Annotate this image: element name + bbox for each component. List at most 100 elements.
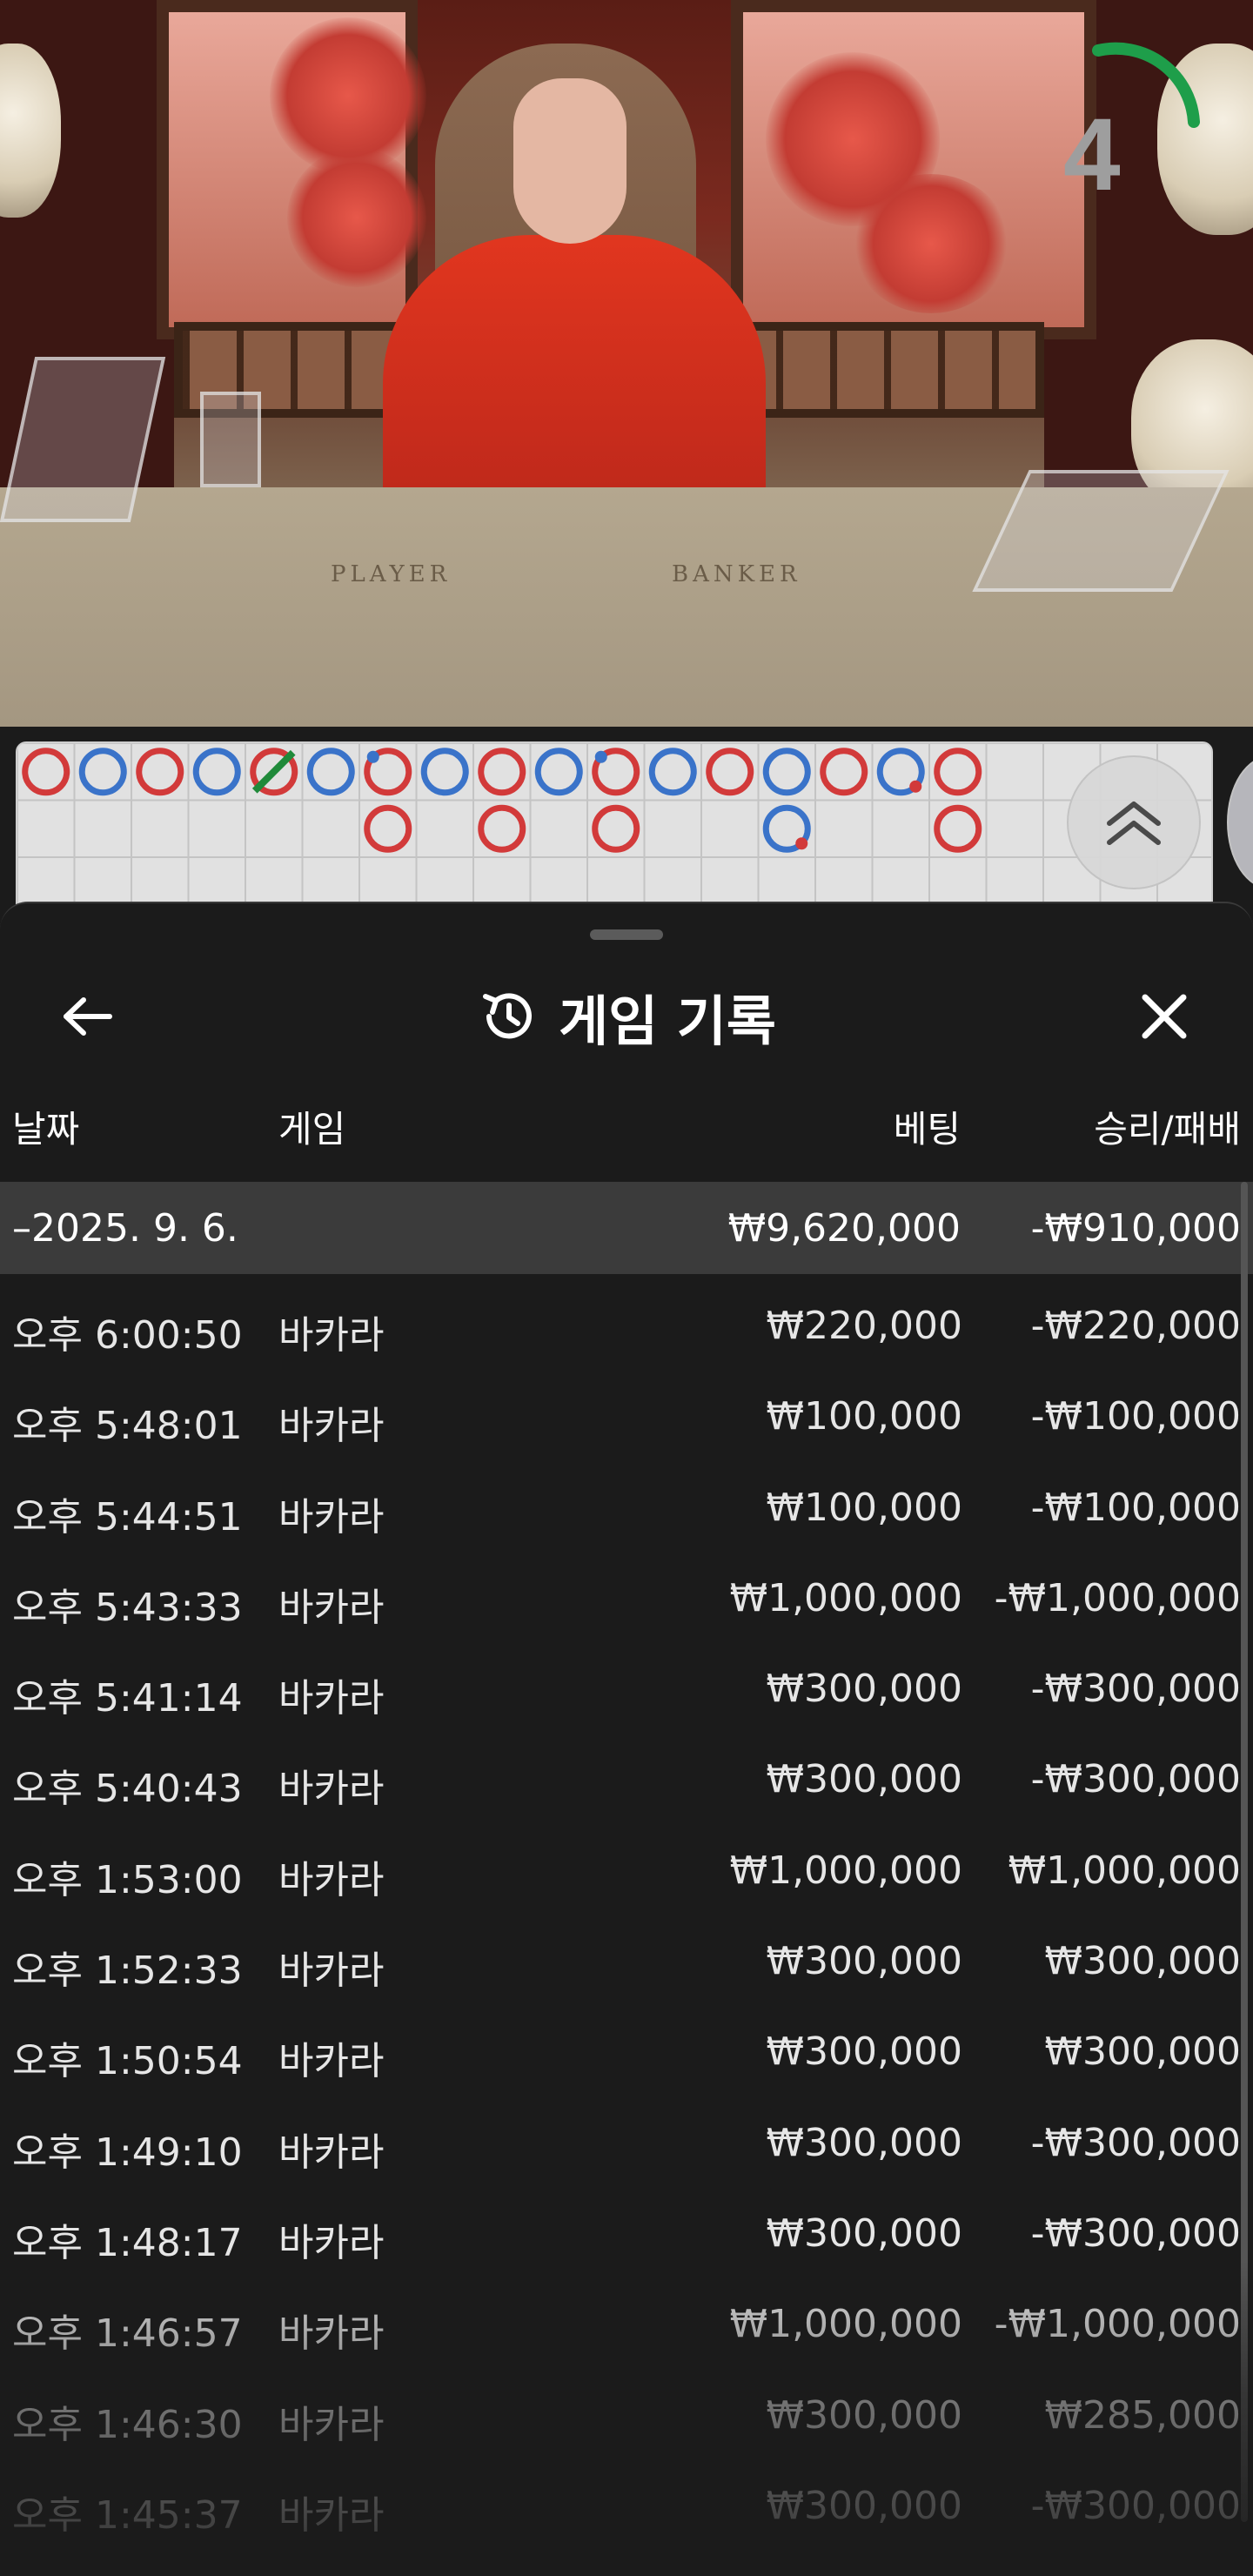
row-bet: ₩300,000 — [766, 2029, 962, 2075]
row-time: 오후 5:44:51 — [12, 1494, 243, 1540]
sheet-drag-handle[interactable] — [590, 929, 663, 940]
row-bet: ₩1,000,000 — [729, 1575, 962, 1620]
player-pair-dot — [594, 750, 607, 763]
history-row[interactable]: 오후 1:52:33 바카라 ₩300,000 ₩300,000 — [0, 1913, 1253, 2003]
row-game: 바카라 — [278, 2492, 385, 2538]
group-result-total: -₩910,000 — [1030, 1206, 1241, 1251]
history-row[interactable]: 오후 1:50:54 바카라 ₩300,000 ₩300,000 — [0, 2003, 1253, 2094]
roadmap-grid — [17, 743, 1211, 914]
row-time: 오후 1:45:37 — [12, 2492, 243, 2538]
banker-win-marker — [820, 748, 868, 796]
row-result: -₩100,000 — [1030, 1394, 1241, 1439]
row-game: 바카라 — [278, 1313, 385, 1358]
sheet-header: 게임 기록 — [0, 964, 1253, 1069]
row-game: 바카라 — [278, 1404, 385, 1449]
banker-pair-dot — [909, 780, 922, 793]
row-result: ₩300,000 — [1044, 2029, 1241, 2075]
row-result: -₩300,000 — [1030, 1757, 1241, 1802]
group-bet-total: ₩9,620,000 — [727, 1206, 961, 1251]
history-row[interactable]: 오후 1:49:10 바카라 ₩300,000 -₩300,000 — [0, 2095, 1253, 2185]
banker-win-marker — [934, 748, 982, 796]
player-win-marker — [78, 748, 127, 796]
history-row[interactable]: 오후 5:41:14 바카라 ₩300,000 -₩300,000 — [0, 1640, 1253, 1731]
column-header-game: 게임 — [278, 1108, 346, 1150]
history-row[interactable]: 오후 5:40:43 바카라 ₩300,000 -₩300,000 — [0, 1731, 1253, 1821]
expand-roadmap-button[interactable] — [1067, 755, 1201, 889]
group-date: –2025. 9. 6. — [12, 1206, 238, 1251]
history-row[interactable]: 오후 6:00:50 바카라 ₩220,000 -₩220,000 — [0, 1278, 1253, 1368]
row-time: 오후 5:43:33 — [12, 1585, 243, 1630]
blossom-decor — [287, 148, 426, 287]
history-rows: 오후 6:00:50 바카라 ₩220,000 -₩220,000 오후 5:48:01… — [0, 1278, 1253, 2548]
row-time: 오후 5:40:43 — [12, 1767, 243, 1812]
row-time: 오후 1:53:00 — [12, 1857, 243, 1902]
row-time: 오후 5:48:01 — [12, 1404, 243, 1449]
sheet-title: 게임 기록 — [559, 989, 776, 1053]
history-column-headers: 날짜 게임 베팅 승리/패배 — [0, 1100, 1253, 1170]
row-game: 바카라 — [278, 1767, 385, 1812]
banker-win-marker — [478, 748, 526, 796]
history-row[interactable]: 오후 1:46:57 바카라 ₩1,000,000 -₩1,000,000 — [0, 2276, 1253, 2366]
banker-win-marker — [478, 804, 526, 853]
history-scrollbar[interactable] — [1241, 1182, 1248, 2522]
row-time: 오후 6:00:50 — [12, 1313, 243, 1358]
row-result: ₩285,000 — [1044, 2392, 1241, 2438]
row-result: -₩1,000,000 — [994, 2302, 1241, 2347]
row-result: -₩100,000 — [1030, 1485, 1241, 1530]
history-row[interactable]: 오후 1:46:30 바카라 ₩300,000 ₩285,000 — [0, 2367, 1253, 2458]
row-time: 오후 1:50:54 — [12, 2039, 243, 2084]
row-game: 바카라 — [278, 1585, 385, 1630]
row-result: -₩300,000 — [1030, 2120, 1241, 2165]
row-result: -₩300,000 — [1030, 2483, 1241, 2528]
history-row[interactable]: 오후 5:48:01 바카라 ₩100,000 -₩100,000 — [0, 1368, 1253, 1459]
sheet-title-group: 게임 기록 — [0, 964, 1253, 1069]
row-game: 바카라 — [278, 2130, 385, 2175]
row-bet: ₩1,000,000 — [729, 2302, 962, 2347]
banker-win-marker — [592, 804, 640, 853]
row-bet: ₩300,000 — [766, 1757, 962, 1802]
history-row[interactable]: 오후 1:45:37 바카라 ₩300,000 -₩300,000 — [0, 2458, 1253, 2548]
bead-road-scoreboard[interactable] — [16, 741, 1213, 916]
player-pair-dot — [366, 750, 379, 763]
banker-win-marker — [22, 748, 70, 796]
back-button[interactable] — [52, 989, 122, 1044]
player-win-marker — [534, 748, 583, 796]
row-game: 바카라 — [278, 2402, 385, 2447]
row-game: 바카라 — [278, 1494, 385, 1540]
card-holder — [200, 392, 261, 487]
arrow-left-icon — [64, 997, 112, 1036]
close-button[interactable] — [1129, 989, 1199, 1044]
row-game: 바카라 — [278, 1676, 385, 1721]
countdown-timer: 4 — [1063, 97, 1121, 212]
history-row[interactable]: 오후 1:53:00 바카라 ₩1,000,000 ₩1,000,000 — [0, 1822, 1253, 1913]
row-bet: ₩220,000 — [766, 1304, 962, 1348]
player-win-marker — [648, 748, 697, 796]
player-win-marker — [762, 748, 811, 796]
column-header-bet: 베팅 — [893, 1108, 961, 1150]
row-result: ₩300,000 — [1044, 1939, 1241, 1984]
close-icon — [1142, 994, 1187, 1039]
row-bet: ₩100,000 — [766, 1394, 962, 1439]
live-dealer-video: PLAYER BANKER 4 — [0, 0, 1253, 727]
history-row[interactable]: 오후 5:43:33 바카라 ₩1,000,000 -₩1,000,000 — [0, 1550, 1253, 1640]
row-bet: ₩300,000 — [766, 2210, 962, 2256]
row-bet: ₩1,000,000 — [729, 1848, 962, 1893]
row-game: 바카라 — [278, 1949, 385, 1994]
row-game: 바카라 — [278, 1857, 385, 1902]
banker-win-marker — [934, 804, 982, 853]
banker-win-marker — [136, 748, 184, 796]
roadmap-secondary-button[interactable] — [1227, 755, 1253, 889]
row-time: 오후 5:41:14 — [12, 1676, 243, 1721]
player-win-marker — [192, 748, 241, 796]
history-row[interactable]: 오후 1:48:17 바카라 ₩300,000 -₩300,000 — [0, 2185, 1253, 2276]
row-game: 바카라 — [278, 2220, 385, 2265]
date-group-row[interactable]: –2025. 9. 6. ₩9,620,000 -₩910,000 — [0, 1182, 1253, 1274]
table-label-banker: BANKER — [672, 561, 801, 587]
row-result: -₩300,000 — [1030, 1667, 1241, 1712]
row-game: 바카라 — [278, 2311, 385, 2357]
history-row[interactable]: 오후 5:44:51 바카라 ₩100,000 -₩100,000 — [0, 1459, 1253, 1550]
row-time: 오후 1:48:17 — [12, 2220, 243, 2265]
double-chevron-up-icon — [1107, 802, 1161, 845]
row-time: 오후 1:46:30 — [12, 2402, 243, 2447]
row-bet: ₩300,000 — [766, 1667, 962, 1712]
